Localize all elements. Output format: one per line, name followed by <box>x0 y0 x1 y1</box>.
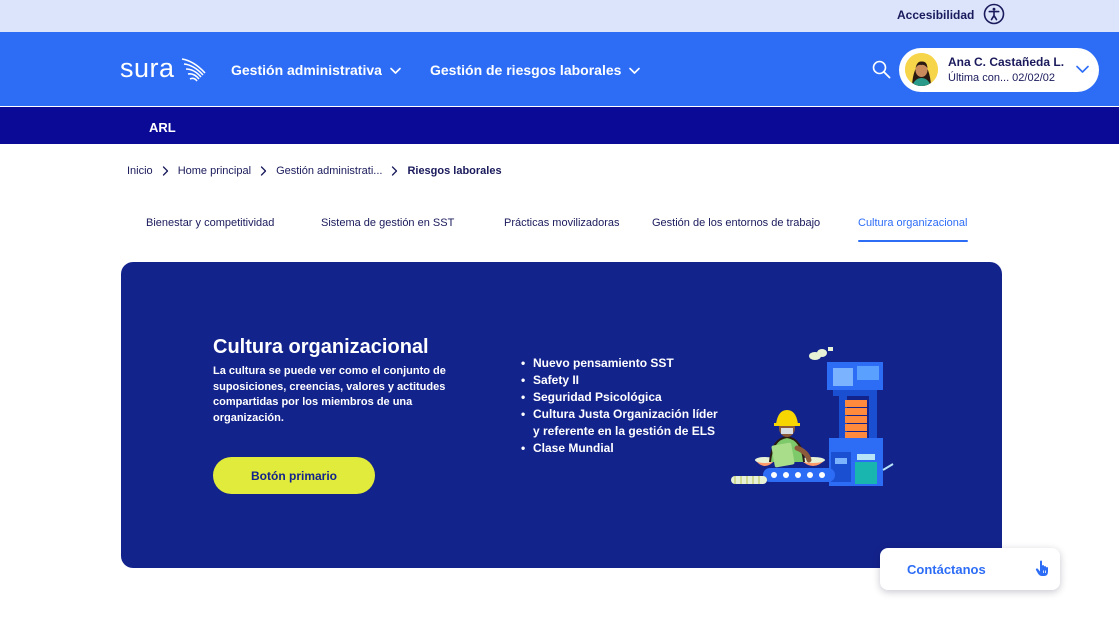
utility-bar: Accesibilidad <box>0 0 1119 32</box>
chevron-down-icon <box>390 67 401 75</box>
list-item: Safety II <box>521 372 721 389</box>
breadcrumb: Inicio Home principal Gestión administrati… <box>127 165 502 181</box>
pointer-hand-icon <box>1035 560 1048 576</box>
hero-title: Cultura organizacional <box>213 336 429 358</box>
contact-button[interactable]: Contáctanos <box>880 548 1060 590</box>
list-item: Cultura Justa Organización líder y refer… <box>521 406 721 440</box>
avatar <box>905 53 938 86</box>
list-item: Seguridad Psicológica <box>521 389 721 406</box>
nav-label: Gestión de riesgos laborales <box>430 62 622 78</box>
hero-list: Nuevo pensamiento SST Safety II Segurida… <box>521 355 721 457</box>
tab-sistema-gestion-sst[interactable]: Sistema de gestión en SST <box>321 217 454 229</box>
tab-practicas-movilizadoras[interactable]: Prácticas movilizadoras <box>504 217 620 229</box>
nav-label: Gestión administrativa <box>231 62 382 78</box>
chevron-right-icon <box>260 166 267 176</box>
chevron-down-icon <box>629 67 641 75</box>
chevron-down-icon <box>1076 65 1089 73</box>
hero-description: La cultura se puede ver como el conjunto… <box>213 365 446 424</box>
logo-wing-icon <box>181 58 206 82</box>
tab-gestion-entornos-trabajo[interactable]: Gestión de los entornos de trabajo <box>652 217 820 229</box>
list-item: Clase Mundial <box>521 440 721 457</box>
sub-nav-bar: ARL <box>0 106 1119 144</box>
primary-button[interactable]: Botón primario <box>213 457 375 494</box>
breadcrumb-home-principal[interactable]: Home principal <box>178 165 251 177</box>
user-last-access: Última con... 02/02/02 <box>948 72 1056 84</box>
tab-cultura-organizacional[interactable]: Cultura organizacional <box>858 217 967 229</box>
contact-label: Contáctanos <box>907 562 986 577</box>
chevron-right-icon <box>392 166 398 176</box>
breadcrumb-riesgos-laborales: Riesgos laborales <box>407 165 502 178</box>
hero-card: Cultura organizacional La cultura se pue… <box>121 262 1002 568</box>
user-profile-menu[interactable]: Ana C. Castañeda L. Última con... 02/02/… <box>899 48 1099 92</box>
active-tab-indicator <box>858 240 968 242</box>
tab-bienestar-competitividad[interactable]: Bienestar y competitividad <box>146 217 274 229</box>
accessibility-label[interactable]: Accesibilidad <box>897 8 974 22</box>
nav-gestion-riesgos-laborales[interactable]: Gestión de riesgos laborales <box>430 62 641 78</box>
breadcrumb-inicio[interactable]: Inicio <box>127 165 153 177</box>
accessibility-icon[interactable] <box>983 3 1005 25</box>
search-icon[interactable] <box>872 60 891 79</box>
chevron-right-icon <box>162 166 168 176</box>
user-name: Ana C. Castañeda L. <box>948 55 1065 69</box>
sura-logo[interactable]: sura <box>120 53 210 85</box>
breadcrumb-gestion-administrativa[interactable]: Gestión administrati... <box>276 165 382 177</box>
sub-nav-arl[interactable]: ARL <box>149 120 176 135</box>
list-item: Nuevo pensamiento SST <box>521 355 721 372</box>
main-header: sura Gestión administrativa Gestión de r… <box>0 32 1119 106</box>
factory-worker-illustration <box>731 347 894 486</box>
nav-gestion-administrativa[interactable]: Gestión administrativa <box>231 62 401 78</box>
logo-text: sura <box>120 53 175 83</box>
